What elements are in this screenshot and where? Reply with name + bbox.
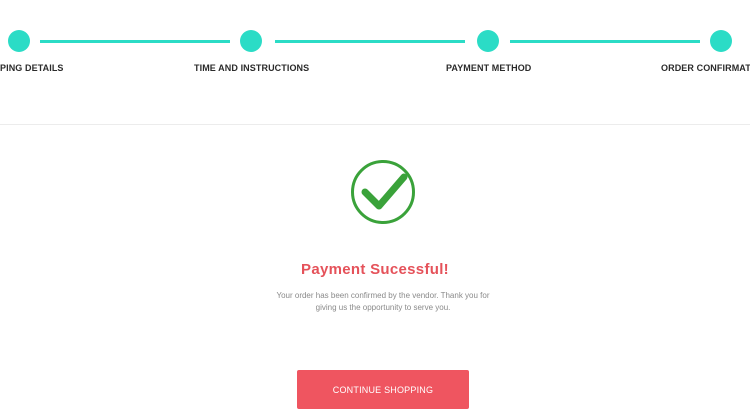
step-connector bbox=[275, 40, 465, 43]
payment-success-title: Payment Sucessful! bbox=[301, 261, 449, 278]
step-connector bbox=[40, 40, 230, 43]
continue-shopping-button[interactable]: CONTINUE SHOPPING bbox=[297, 370, 469, 409]
step-1-indicator bbox=[8, 30, 30, 52]
step-2-indicator bbox=[240, 30, 262, 52]
step-4-indicator bbox=[710, 30, 732, 52]
step-label-shipping-details[interactable]: PING DETAILS bbox=[0, 63, 64, 73]
step-3-indicator bbox=[477, 30, 499, 52]
step-label-order-confirmation[interactable]: ORDER CONFIRMATIO bbox=[661, 63, 750, 73]
step-label-payment-method[interactable]: PAYMENT METHOD bbox=[446, 63, 531, 73]
checkout-stepper: PING DETAILS TIME AND INSTRUCTIONS PAYME… bbox=[0, 0, 750, 125]
confirmation-message: Your order has been confirmed by the ven… bbox=[276, 291, 490, 312]
step-connector bbox=[510, 40, 700, 43]
check-circle-icon bbox=[349, 158, 417, 226]
step-label-time-and-instructions[interactable]: TIME AND INSTRUCTIONS bbox=[194, 63, 309, 73]
